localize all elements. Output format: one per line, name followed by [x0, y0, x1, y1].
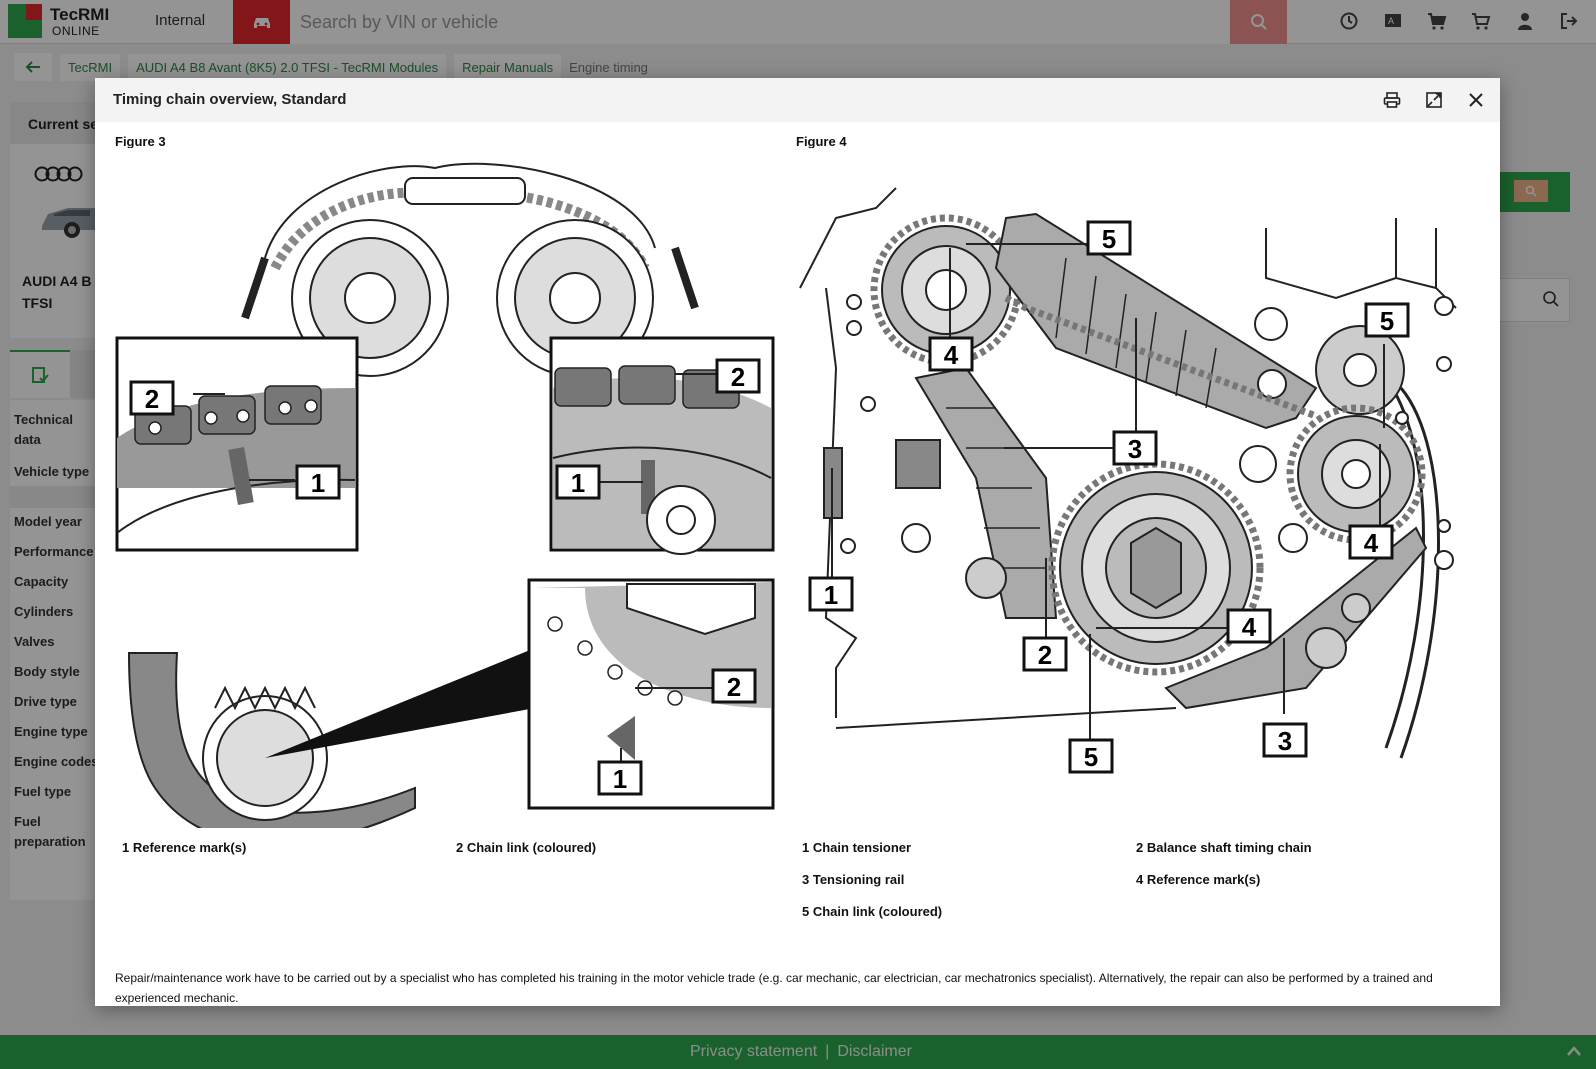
- callout-4: 4: [1364, 528, 1379, 558]
- callout-2: 2: [727, 672, 741, 702]
- callout-1: 1: [613, 764, 627, 794]
- close-icon: [1469, 93, 1483, 107]
- figure-4-diagram: 5 4 5 3 4 1 4 2 5 3: [796, 148, 1466, 808]
- callout-2: 2: [1038, 640, 1052, 670]
- print-button[interactable]: [1380, 88, 1404, 112]
- callout-1: 1: [571, 468, 585, 498]
- print-icon: [1383, 92, 1401, 108]
- figure-3-diagram: 2 1 2 1 2 1: [115, 148, 775, 828]
- callout-3: 3: [1128, 434, 1142, 464]
- callout-3: 3: [1278, 726, 1292, 756]
- close-button[interactable]: [1464, 88, 1488, 112]
- figure-4-legend-2: 2 Balance shaft timing chain: [1136, 840, 1312, 855]
- callout-1: 1: [824, 580, 838, 610]
- callout-4: 4: [1242, 612, 1257, 642]
- callout-4: 4: [944, 340, 959, 370]
- figure-4-legend-1: 1 Chain tensioner: [802, 840, 912, 855]
- expand-button[interactable]: [1422, 88, 1446, 112]
- figure-3-label: Figure 3: [115, 134, 166, 149]
- specialist-note: Repair/maintenance work have to be carri…: [115, 971, 1433, 1005]
- callout-5: 5: [1084, 742, 1098, 772]
- callout-1: 1: [311, 468, 325, 498]
- figure-4-legend-5: 5 Chain link (coloured): [802, 904, 943, 919]
- modal-title: Timing chain overview, Standard: [113, 91, 347, 108]
- timing-chain-modal: Timing chain overview, Standard Figure 3…: [95, 78, 1500, 1006]
- callout-2: 2: [731, 362, 745, 392]
- expand-icon: [1426, 92, 1442, 108]
- figure-4-legend-3: 3 Tensioning rail: [802, 872, 905, 887]
- callout-2: 2: [145, 384, 159, 414]
- figure-4-legend-4: 4 Reference mark(s): [1136, 872, 1261, 887]
- callout-5: 5: [1102, 224, 1116, 254]
- callout-5: 5: [1380, 306, 1394, 336]
- modal-header: Timing chain overview, Standard: [95, 78, 1500, 122]
- figure-3-legend-2: 2 Chain link (coloured): [456, 840, 597, 855]
- figure-3-legend-1: 1 Reference mark(s): [122, 840, 247, 855]
- figure-4-label: Figure 4: [796, 134, 847, 149]
